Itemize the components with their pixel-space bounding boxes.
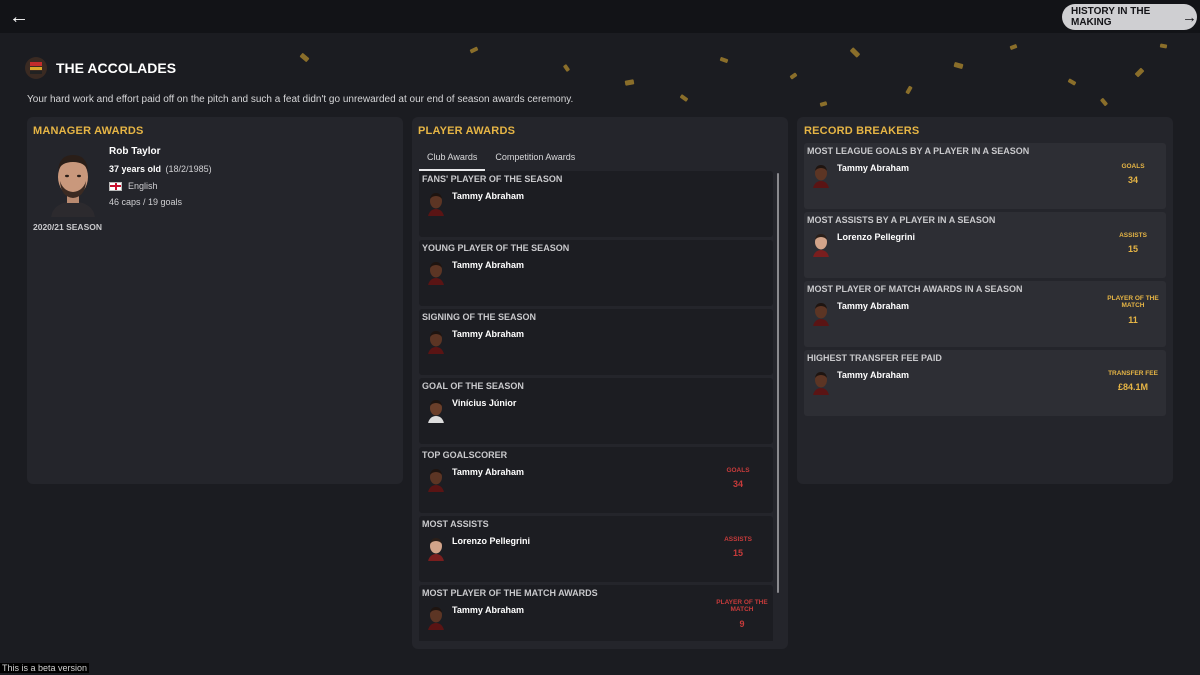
player-avatar bbox=[426, 259, 446, 285]
award-card[interactable]: FANS' PLAYER OF THE SEASON Tammy Abraham bbox=[419, 171, 773, 237]
england-flag-icon bbox=[109, 181, 122, 191]
arrow-right-icon: → bbox=[1182, 8, 1197, 26]
award-card[interactable]: YOUNG PLAYER OF THE SEASON Tammy Abraham bbox=[419, 240, 773, 306]
award-list[interactable]: FANS' PLAYER OF THE SEASON Tammy Abraham… bbox=[419, 171, 775, 641]
page-title: THE ACCOLADES bbox=[56, 60, 177, 76]
award-card[interactable]: GOAL OF THE SEASON Vinícius Júnior bbox=[419, 378, 773, 444]
stat-label: TRANSFER FEE bbox=[1108, 370, 1158, 377]
tab-competition-awards[interactable]: Competition Awards bbox=[487, 149, 583, 171]
club-badge-icon bbox=[25, 57, 47, 79]
stat-label: ASSISTS bbox=[724, 536, 752, 543]
award-title: FANS' PLAYER OF THE SEASON bbox=[422, 174, 563, 184]
manager-awards-title: MANAGER AWARDS bbox=[33, 125, 144, 137]
player-awards-panel: PLAYER AWARDS Club Awards Competition Aw… bbox=[412, 117, 788, 649]
stat-value: 15 bbox=[1127, 244, 1138, 254]
award-title: MOST PLAYER OF THE MATCH AWARDS bbox=[422, 588, 598, 598]
history-button-label: HISTORY IN THE MAKING bbox=[1071, 6, 1151, 28]
award-title: TOP GOALSCORER bbox=[422, 450, 508, 460]
stat-value: 34 bbox=[1127, 175, 1138, 185]
player-awards-title: PLAYER AWARDS bbox=[418, 125, 516, 137]
player-name[interactable]: Tammy Abraham bbox=[837, 301, 909, 311]
player-avatar bbox=[811, 162, 831, 188]
record-card[interactable]: MOST PLAYER OF MATCH AWARDS IN A SEASON … bbox=[804, 281, 1166, 347]
player-name[interactable]: Tammy Abraham bbox=[452, 260, 524, 270]
manager-age-row: 37 years old (18/2/1985) bbox=[109, 164, 212, 174]
page-subtitle: Your hard work and effort paid off on th… bbox=[27, 94, 574, 105]
player-avatar bbox=[426, 328, 446, 354]
stat-label: GOALS bbox=[726, 467, 750, 474]
record-title: MOST ASSISTS BY A PLAYER IN A SEASON bbox=[807, 215, 996, 225]
player-name[interactable]: Lorenzo Pellegrini bbox=[452, 536, 530, 546]
player-avatar bbox=[811, 231, 831, 257]
record-title: MOST LEAGUE GOALS BY A PLAYER IN A SEASO… bbox=[807, 146, 1030, 156]
record-title: MOST PLAYER OF MATCH AWARDS IN A SEASON bbox=[807, 284, 1023, 294]
manager-nationality: English bbox=[128, 181, 158, 191]
award-list-scrollbar[interactable] bbox=[777, 173, 779, 593]
stat-label: PLAYER OF THE MATCH bbox=[1107, 295, 1159, 309]
stat-label: PLAYER OF THE MATCH bbox=[716, 599, 768, 613]
award-title: MOST ASSISTS bbox=[422, 519, 489, 529]
player-avatar bbox=[426, 604, 446, 630]
manager-caps: 46 caps / 19 goals bbox=[109, 197, 183, 207]
manager-avatar bbox=[45, 147, 101, 217]
stat-label: GOALS bbox=[1121, 163, 1145, 170]
stat-value: 34 bbox=[732, 479, 743, 489]
player-name[interactable]: Tammy Abraham bbox=[837, 370, 909, 380]
player-avatar bbox=[426, 190, 446, 216]
tab-club-awards[interactable]: Club Awards bbox=[419, 149, 486, 171]
back-arrow-icon: ← bbox=[9, 6, 29, 28]
player-avatar bbox=[811, 369, 831, 395]
stat-value: 9 bbox=[739, 619, 745, 629]
manager-age: 37 years old bbox=[109, 164, 162, 174]
award-title: YOUNG PLAYER OF THE SEASON bbox=[422, 243, 570, 253]
player-name[interactable]: Lorenzo Pellegrini bbox=[837, 232, 915, 242]
award-card[interactable]: MOST ASSISTS Lorenzo Pellegrini ASSISTS … bbox=[419, 516, 773, 582]
award-title: GOAL OF THE SEASON bbox=[422, 381, 524, 391]
manager-dob: (18/2/1985) bbox=[165, 164, 212, 174]
stat-value: 15 bbox=[732, 548, 743, 558]
record-card[interactable]: MOST ASSISTS BY A PLAYER IN A SEASON Lor… bbox=[804, 212, 1166, 278]
player-name[interactable]: Tammy Abraham bbox=[452, 329, 524, 339]
record-card[interactable]: MOST LEAGUE GOALS BY A PLAYER IN A SEASO… bbox=[804, 143, 1166, 209]
stat-label: ASSISTS bbox=[1119, 232, 1147, 239]
award-tabs: Club Awards Competition Awards bbox=[419, 149, 583, 171]
player-avatar bbox=[426, 397, 446, 423]
award-title: SIGNING OF THE SEASON bbox=[422, 312, 537, 322]
stat-value: 11 bbox=[1128, 315, 1138, 325]
record-breakers-title: RECORD BREAKERS bbox=[804, 125, 920, 137]
player-avatar bbox=[811, 300, 831, 326]
manager-nationality-row: English bbox=[109, 181, 158, 191]
record-card[interactable]: HIGHEST TRANSFER FEE PAID Tammy Abraham … bbox=[804, 350, 1166, 416]
record-title: HIGHEST TRANSFER FEE PAID bbox=[807, 353, 942, 363]
manager-awards-panel: MANAGER AWARDS Rob Taylor 37 years old (… bbox=[27, 117, 403, 484]
player-avatar bbox=[426, 535, 446, 561]
manager-name[interactable]: Rob Taylor bbox=[109, 146, 160, 157]
player-name[interactable]: Tammy Abraham bbox=[452, 467, 524, 477]
player-name[interactable]: Vinícius Júnior bbox=[452, 398, 516, 408]
player-name[interactable]: Tammy Abraham bbox=[452, 191, 524, 201]
record-breakers-panel: RECORD BREAKERS MOST LEAGUE GOALS BY A P… bbox=[797, 117, 1173, 484]
award-card[interactable]: SIGNING OF THE SEASON Tammy Abraham bbox=[419, 309, 773, 375]
player-avatar bbox=[426, 466, 446, 492]
back-button[interactable]: ← bbox=[8, 6, 30, 28]
award-card[interactable]: TOP GOALSCORER Tammy Abraham GOALS 34 bbox=[419, 447, 773, 513]
player-name[interactable]: Tammy Abraham bbox=[837, 163, 909, 173]
history-in-the-making-button[interactable]: HISTORY IN THE MAKING → bbox=[1062, 4, 1197, 30]
player-name[interactable]: Tammy Abraham bbox=[452, 605, 524, 615]
beta-version-label: This is a beta version bbox=[0, 663, 90, 673]
season-label: 2020/21 SEASON bbox=[33, 222, 102, 232]
top-bar: ← HISTORY IN THE MAKING → bbox=[0, 0, 1200, 33]
stat-value: £84.1M bbox=[1117, 382, 1149, 392]
award-card[interactable]: MOST PLAYER OF THE MATCH AWARDS Tammy Ab… bbox=[419, 585, 773, 641]
